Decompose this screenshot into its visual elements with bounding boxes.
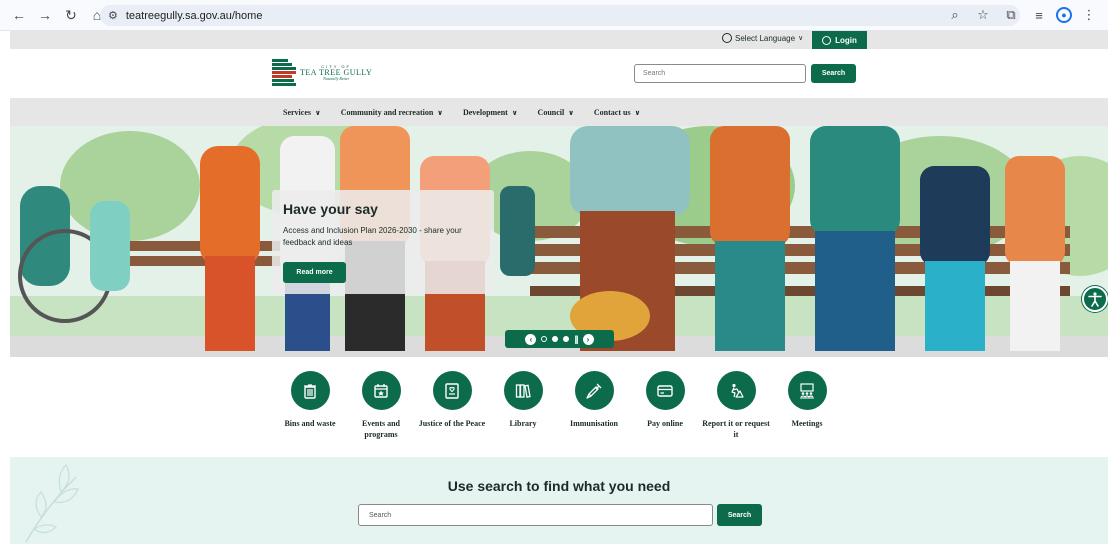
- quicklink-library[interactable]: Library: [488, 371, 558, 430]
- nav-item-development[interactable]: Development ∨: [463, 108, 518, 117]
- address-bar[interactable]: ⚙ teatreegully.sa.gov.au/home: [100, 5, 1020, 26]
- header-search-input[interactable]: Search: [634, 64, 806, 83]
- carousel-dot[interactable]: [541, 336, 548, 342]
- hero-illustration: [10, 126, 1108, 357]
- main-search-placeholder: Search: [369, 511, 392, 519]
- hero-card: Have your say Access and Inclusion Plan …: [272, 190, 494, 294]
- calendar-star-icon: [361, 371, 401, 410]
- quicklink-immunisation[interactable]: Immunisation: [559, 371, 629, 430]
- extensions-icon[interactable]: ⧉: [1000, 4, 1022, 26]
- quicklink-meetings[interactable]: Meetings: [772, 371, 842, 430]
- nav-item-council[interactable]: Council ∨: [538, 108, 574, 117]
- quicklink-label: Library: [509, 419, 537, 428]
- utility-bar: Select Language ∨ Login: [10, 31, 1108, 49]
- browser-toolbar: ← → ↻ ⌂ ⚙ teatreegully.sa.gov.au/home ⌕ …: [0, 0, 1108, 31]
- quicklink-pay-online[interactable]: Pay online: [630, 371, 700, 430]
- carousel-prev-icon[interactable]: ‹: [525, 333, 537, 345]
- chevron-down-icon: ∨: [568, 108, 574, 117]
- quicklink-events[interactable]: Events and programs: [346, 371, 416, 441]
- quicklink-label: Report it or request it: [702, 419, 770, 439]
- nav-item-contact[interactable]: Contact us ∨: [594, 108, 640, 117]
- quicklink-label: Pay online: [647, 419, 683, 428]
- main-search-button[interactable]: Search: [717, 504, 762, 526]
- search-heading: Use search to find what you need: [447, 478, 671, 494]
- roadwork-icon: [716, 371, 756, 410]
- chevron-down-icon: ∨: [511, 108, 518, 117]
- nav-item-services[interactable]: Services ∨: [283, 108, 321, 117]
- quicklink-label: Bins and waste: [284, 419, 336, 428]
- hero-text: Access and Inclusion Plan 2026-2030 - sh…: [283, 226, 462, 247]
- carousel-controls: ‹ || ›: [505, 330, 614, 348]
- nav-label: Council: [537, 107, 565, 117]
- reading-list-icon[interactable]: ≡: [1028, 4, 1050, 26]
- site-header: CITY OF TEA TREE GULLY Naturally Better …: [10, 49, 1108, 98]
- login-button[interactable]: Login: [812, 31, 867, 49]
- header-search-button[interactable]: Search: [811, 64, 856, 83]
- language-select[interactable]: Select Language ∨: [722, 33, 803, 43]
- bookmark-star-icon[interactable]: ☆: [972, 4, 994, 26]
- address-url: teatreegully.sa.gov.au/home: [125, 9, 263, 22]
- logo-mark-icon: [272, 59, 296, 87]
- forward-icon[interactable]: →: [34, 4, 56, 26]
- main-navigation: Services ∨ Community and recreation ∨ Deve…: [10, 98, 1108, 126]
- quicklink-label: Justice of the Peace: [418, 419, 486, 428]
- login-label: Login: [835, 35, 857, 45]
- profile-icon[interactable]: ●: [1056, 7, 1072, 23]
- carousel-pause-icon[interactable]: ||: [574, 334, 578, 344]
- carousel-next-icon[interactable]: ›: [582, 333, 594, 345]
- menu-kebab-icon[interactable]: ⋮: [1078, 4, 1100, 26]
- council-logo[interactable]: CITY OF TEA TREE GULLY Naturally Better: [272, 59, 372, 87]
- carousel-dot[interactable]: [563, 336, 570, 342]
- hero-title: Have your say: [283, 201, 378, 217]
- chevron-down-icon: ∨: [798, 35, 804, 42]
- quicklink-report[interactable]: Report it or request it: [701, 371, 771, 441]
- quicklink-label: Immunisation: [569, 419, 618, 428]
- back-icon[interactable]: ←: [8, 4, 30, 26]
- search-section: Use search to find what you need Search …: [10, 457, 1108, 544]
- zoom-icon[interactable]: ⌕: [944, 4, 966, 26]
- quicklink-justice[interactable]: Justice of the Peace: [417, 371, 487, 430]
- quicklink-label: Meetings: [791, 419, 823, 428]
- hero-banner: [10, 126, 1108, 357]
- main-search-input[interactable]: Search: [358, 504, 713, 526]
- carousel-dot[interactable]: [552, 336, 559, 342]
- logo-line-3: Naturally Better: [323, 76, 350, 81]
- quick-links: Bins and waste Events and programs Justi…: [282, 371, 842, 451]
- header-search-placeholder: Search: [643, 70, 666, 77]
- quicklink-label: Events and programs: [361, 419, 400, 439]
- certificate-icon: [432, 371, 472, 410]
- meeting-icon: [787, 371, 827, 410]
- leaf-decoration-icon: [25, 464, 79, 543]
- nav-label: Development: [462, 107, 508, 117]
- books-icon: [503, 371, 543, 410]
- language-label: Select Language: [735, 33, 796, 43]
- chevron-down-icon: ∨: [634, 108, 641, 117]
- nav-label: Contact us: [593, 107, 631, 117]
- read-more-button[interactable]: Read more: [283, 262, 346, 283]
- user-icon: [822, 35, 832, 45]
- nav-label: Services: [283, 107, 311, 117]
- card-icon: [645, 371, 685, 410]
- nav-item-community[interactable]: Community and recreation ∨: [341, 108, 443, 117]
- globe-icon: [722, 33, 732, 43]
- site-info-icon[interactable]: ⚙: [108, 9, 118, 22]
- bin-icon: [290, 371, 330, 410]
- chevron-down-icon: ∨: [315, 108, 321, 117]
- accessibility-icon[interactable]: [1082, 286, 1108, 312]
- quicklink-bins[interactable]: Bins and waste: [275, 371, 345, 430]
- syringe-icon: [574, 371, 614, 410]
- nav-label: Community and recreation: [340, 107, 434, 117]
- chevron-down-icon: ∨: [437, 108, 443, 117]
- reload-icon[interactable]: ↻: [60, 4, 82, 26]
